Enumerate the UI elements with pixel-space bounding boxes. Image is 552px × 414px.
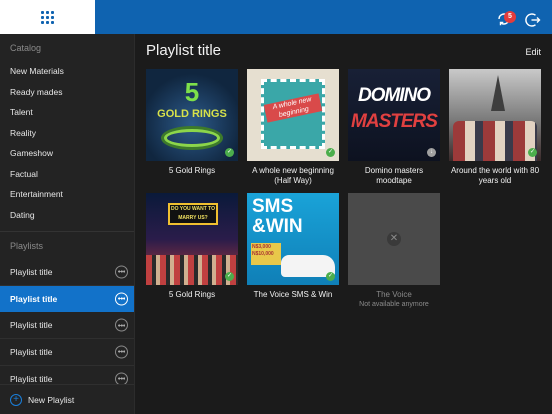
playlist-item-label: Playlist title — [10, 320, 53, 331]
card-title: 5 Gold Rings — [168, 166, 216, 175]
logo-area[interactable] — [0, 0, 95, 34]
more-options-icon[interactable] — [115, 292, 128, 306]
card-thumbnail[interactable]: ✓ — [449, 69, 541, 161]
new-playlist-label: New Playlist — [28, 394, 75, 405]
logout-button[interactable] — [524, 11, 542, 29]
playlist-card[interactable]: SMS &WIN N$3,000 N$10,000 ✓ The Voice SMS … — [247, 193, 339, 300]
playlist-card[interactable]: DO YOU WANT TO MARRY US? ✓ 5 Gold Rings — [146, 193, 238, 300]
playlist-item[interactable]: Playlist title — [0, 339, 134, 366]
more-options-icon[interactable] — [115, 318, 128, 332]
playlists-header: Playlists — [10, 240, 44, 251]
card-title: 5 Gold Rings — [168, 290, 216, 299]
card-title: Domino masters moodtape — [364, 166, 424, 185]
card-title: A whole new beginning (Half Way) — [252, 166, 334, 185]
check-icon: ✓ — [528, 148, 537, 157]
check-icon: ✓ — [326, 148, 335, 157]
thumbnail-text: SMS &WIN — [252, 196, 303, 237]
playlist-card[interactable]: 5 GOLD RINGS ✓ 5 Gold Rings — [146, 69, 238, 176]
sidebar-item-ready-mades[interactable]: Ready mades — [0, 82, 134, 103]
sidebar-item-entertainment[interactable]: Entertainment — [0, 184, 134, 205]
playlist-card[interactable]: ✓ Around the world with 80 years old — [449, 69, 541, 186]
card-title: The Voice SMS & Win — [253, 290, 333, 299]
thumbnail-text: GOLD RINGS — [157, 108, 227, 120]
main-content: Playlist title Edit 5 GOLD RINGS ✓ 5 Gol… — [135, 34, 552, 414]
more-options-icon[interactable] — [115, 345, 128, 359]
check-icon: ✓ — [225, 148, 234, 157]
ring-graphic — [164, 129, 220, 147]
thumbnail-text: MASTERS — [351, 111, 438, 132]
playlist-item-label: Playlist title — [10, 293, 58, 304]
sidebar-item-dating[interactable]: Dating — [0, 205, 134, 226]
edit-button[interactable]: Edit — [525, 47, 541, 57]
playlist-item-label: Playlist title — [10, 266, 53, 277]
top-bar: 5 — [0, 0, 552, 34]
sync-badge: 5 — [504, 11, 516, 23]
money-graphic: N$3,000 N$10,000 — [251, 243, 281, 265]
thumbnail-text: 5 — [184, 77, 200, 107]
plus-circle-icon: + — [10, 393, 22, 406]
playlist-item-label: Playlist title — [10, 346, 53, 357]
download-icon: ↓ — [427, 148, 436, 157]
thumbnail-text: DOMINO — [357, 85, 431, 106]
check-icon: ✓ — [225, 272, 234, 281]
sidebar-item-gameshow[interactable]: Gameshow — [0, 143, 134, 164]
card-thumbnail[interactable]: A whole new beginning ✓ — [247, 69, 339, 161]
more-options-icon[interactable] — [115, 265, 128, 279]
sidebar-item-talent[interactable]: Talent — [0, 102, 134, 123]
playlist-card-unavailable[interactable]: ✕ The Voice Not available anymore — [348, 193, 440, 309]
sidebar-item-new-materials[interactable]: New Materials — [0, 61, 134, 82]
card-thumbnail: ✕ — [348, 193, 440, 285]
sidebar: Catalog New Materials Ready mades Talent… — [0, 34, 135, 414]
app-root: 5 Catalog New Materials Ready mades Tale… — [0, 0, 552, 414]
playlist-card[interactable]: A whole new beginning ✓ A whole new begi… — [247, 69, 339, 186]
sidebar-item-reality[interactable]: Reality — [0, 123, 134, 144]
playlist-card[interactable]: DOMINO MASTERS ↓ Domino masters moodtape — [348, 69, 440, 186]
new-playlist-button[interactable]: + New Playlist — [0, 384, 134, 414]
logout-icon — [525, 13, 541, 27]
crowd-graphic — [146, 255, 238, 285]
thumbnail-text: DO YOU WANT TO MARRY US? — [168, 203, 218, 225]
eiffel-tower-graphic — [491, 75, 505, 111]
playlist-item-label: Playlist title — [10, 373, 53, 384]
catalog-header: Catalog — [10, 42, 42, 53]
card-thumbnail[interactable]: DOMINO MASTERS ↓ — [348, 69, 440, 161]
page-title: Playlist title — [146, 42, 222, 59]
sidebar-item-factual[interactable]: Factual — [0, 164, 134, 185]
card-title: The Voice — [376, 290, 412, 299]
playlist-item[interactable]: Playlist title — [0, 312, 134, 340]
grid-logo-icon — [41, 10, 54, 24]
group-photo-graphic — [453, 121, 537, 161]
card-title: Around the world with 80 years old — [450, 166, 540, 185]
card-thumbnail[interactable]: DO YOU WANT TO MARRY US? ✓ — [146, 193, 238, 285]
check-icon: ✓ — [326, 272, 335, 281]
card-subtitle: Not available anymore — [359, 301, 429, 308]
playlist-item[interactable]: Playlist title — [0, 259, 134, 286]
playlist-item-active[interactable]: Playlist title — [0, 285, 134, 313]
unavailable-icon: ✕ — [387, 232, 401, 246]
card-thumbnail[interactable]: SMS &WIN N$3,000 N$10,000 ✓ — [247, 193, 339, 285]
card-thumbnail[interactable]: 5 GOLD RINGS ✓ — [146, 69, 238, 161]
